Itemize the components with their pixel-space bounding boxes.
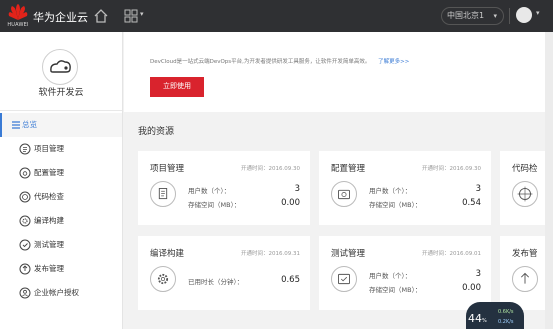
region-selector[interactable]: 中国北京1 ▾ [441,7,504,25]
learn-more-link[interactable]: 了解更多>> [378,59,409,65]
card-row-label: 存储空间（MB）： [369,201,422,209]
home-icon[interactable] [93,8,109,24]
avatar[interactable] [516,7,532,23]
scrollbar[interactable] [545,32,553,329]
card-row-value: 0.00 [462,283,481,293]
card-row-value: 3 [294,184,300,194]
download-speed: 0.2K/s [498,319,514,325]
card-title: 配置管理 [331,164,366,174]
cpu-usage-unit: % [482,318,487,324]
sidebar-item-config-management[interactable]: 配置管理 [0,161,122,185]
chevron-down-icon[interactable]: ▾ [140,10,144,18]
card-row-value: 3 [475,184,481,194]
chevron-down-icon: ▾ [493,12,497,20]
sidebar: 软件开发云 总览 项目管理 配置管理 代码检查 编译构建 测试管理 发布管理 企… [0,32,123,329]
cloud-icon [50,60,71,73]
banner-description: DevCloud是一站式云端DevOps平台,为开发者提供研发工具服务，让软件开… [150,59,371,65]
card-row-value: 0.65 [281,275,300,285]
sidebar-item-account-authorization[interactable]: 企业帐户授权 [0,281,122,305]
sidebar-item-label: 总览 [22,120,37,129]
upload-speed: 0.6K/s [498,309,514,315]
target-icon [512,181,538,207]
sidebar-item-release-management[interactable]: 发布管理 [0,257,122,281]
card-row-label: 用户数（个）： [188,187,231,195]
card-date: 开通时间：2016.09.30 [241,166,300,172]
card-row-value: 0.00 [281,198,300,208]
divider [509,8,510,24]
sidebar-item-label: 发布管理 [34,264,64,273]
card-row-label: 存储空间（MB）： [369,286,422,294]
intro-banner: DevCloud是一站式云端DevOps平台,为开发者提供研发工具服务，让软件开… [124,32,553,112]
card-date: 开通时间：2016.09.30 [422,166,481,172]
resource-card-config[interactable]: 配置管理 开通时间：2016.09.30 用户数（个）： 3 存储空间（MB）：… [319,151,491,225]
sidebar-item-label: 编译构建 [34,216,64,225]
camera-icon [19,167,31,179]
app-title[interactable]: 华为企业云 [33,9,88,25]
resource-card-build[interactable]: 编译构建 开通时间：2016.09.31 已用时长（分钟）： 0.65 [138,236,310,310]
sidebar-item-label: 项目管理 [34,144,64,153]
sidebar-item-label: 企业帐户授权 [34,288,79,297]
account-icon [19,287,31,299]
sidebar-item-label: 测试管理 [34,240,64,249]
sidebar-item-project-management[interactable]: 项目管理 [0,137,122,161]
gear-icon [19,215,31,227]
cpu-usage-value: 44 [468,312,482,325]
test-icon [19,239,31,251]
resource-card-project[interactable]: 项目管理 开通时间：2016.09.30 用户数（个）： 3 存储空间（MB）：… [138,151,310,225]
service-grid-icon[interactable] [123,8,139,24]
card-row-label: 存储空间（MB）： [188,201,241,209]
card-row-label: 用户数（个）： [369,272,412,280]
release-icon [512,266,538,292]
card-title: 项目管理 [150,164,185,174]
sidebar-item-label: 配置管理 [34,168,64,177]
section-title: 我的资源 [138,127,175,137]
card-date: 开通时间：2016.09.31 [241,251,300,257]
huawei-logo[interactable]: HUAWEI [5,3,31,29]
list-icon [19,143,31,155]
camera-icon [331,181,357,207]
card-row-value: 3 [475,269,481,279]
brand-text: HUAWEI [7,22,29,28]
sidebar-item-overview[interactable]: 总览 [0,113,122,137]
test-icon [331,266,357,292]
enable-now-button[interactable]: 立即使用 [150,77,204,97]
sidebar-item-code-check[interactable]: 代码检查 [0,185,122,209]
target-icon [19,191,31,203]
sidebar-item-label: 代码检查 [34,192,64,201]
main-content: DevCloud是一站式云端DevOps平台,为开发者提供研发工具服务，让软件开… [124,32,553,329]
card-title: 编译构建 [150,249,185,259]
card-row-label: 用户数（个）： [369,187,412,195]
sidebar-header: 软件开发云 [0,32,122,111]
service-name: 软件开发云 [38,88,84,98]
menu-icon [12,121,20,129]
huawei-petal-icon [8,4,28,20]
list-icon [150,181,176,207]
gear-icon [150,266,176,292]
card-title: 发布管 [512,249,538,259]
card-row-value: 0.54 [462,198,481,208]
resource-card-test[interactable]: 测试管理 开通时间：2016.09.01 用户数（个）： 3 存储空间（MB）：… [319,236,491,310]
card-title: 测试管理 [331,249,366,259]
region-label: 中国北京1 [447,11,485,20]
card-date: 开通时间：2016.09.01 [422,251,481,257]
chevron-down-icon[interactable]: ▾ [536,9,540,17]
sidebar-item-test-management[interactable]: 测试管理 [0,233,122,257]
release-icon [19,263,31,275]
devcloud-logo [42,49,78,85]
card-title: 代码检 [512,164,538,174]
sidebar-item-build[interactable]: 编译构建 [0,209,122,233]
banner-text: DevCloud是一站式云端DevOps平台,为开发者提供研发工具服务，让软件开… [150,57,409,65]
card-row-label: 已用时长（分钟）： [188,278,244,286]
top-bar: HUAWEI 华为企业云 ▾ 中国北京1 ▾ ▾ [0,0,553,32]
